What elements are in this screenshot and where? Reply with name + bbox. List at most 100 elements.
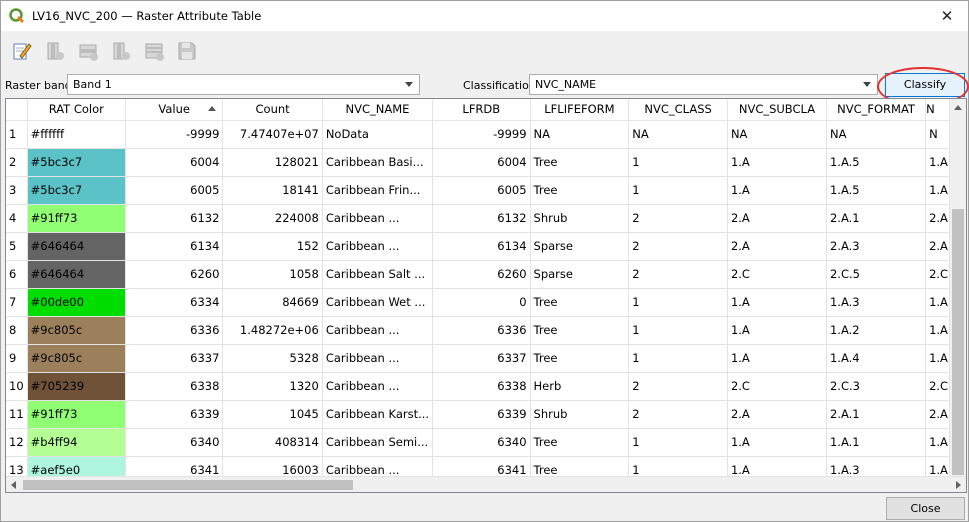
count-cell[interactable]: 1045	[222, 400, 323, 429]
lfrdb-cell[interactable]: 6132	[432, 204, 531, 233]
classify-button[interactable]: Classify	[885, 73, 965, 97]
count-cell[interactable]: 84669	[222, 288, 323, 317]
lflifeform-cell[interactable]: NA	[530, 120, 630, 149]
rat-color-cell[interactable]: #705239	[27, 372, 126, 401]
nvc-subcla-cell[interactable]: 2.C	[727, 260, 827, 289]
nvc-subcla-cell[interactable]: 1.A	[727, 148, 827, 177]
nvc-format-cell[interactable]: 2.C.5	[826, 260, 927, 289]
lfrdb-cell[interactable]: 6338	[432, 372, 531, 401]
value-cell[interactable]: 6339	[125, 400, 224, 429]
nvc-name-cell[interactable]: Caribbean Semi...	[322, 428, 434, 457]
edit-pencil-icon[interactable]	[9, 38, 35, 64]
delete-column-icon[interactable]	[75, 38, 101, 64]
row-header[interactable]: 4	[6, 204, 28, 233]
count-cell[interactable]: 152	[222, 232, 323, 261]
lflifeform-cell[interactable]: Herb	[530, 372, 630, 401]
classification-combo[interactable]: NVC_NAME	[529, 74, 878, 95]
nvc-name-cell[interactable]: Caribbean ...	[322, 316, 434, 345]
nvc-name-cell[interactable]: Caribbean ...	[322, 232, 434, 261]
value-cell[interactable]: 6336	[125, 316, 224, 345]
nvc-name-cell[interactable]: Caribbean Frin...	[322, 176, 434, 205]
nvc-format-cell[interactable]: 1.A.4	[826, 344, 927, 373]
count-cell[interactable]: 7.47407e+07	[222, 120, 323, 149]
lflifeform-cell[interactable]: Shrub	[530, 204, 630, 233]
nvc-class-cell[interactable]: 1	[628, 288, 728, 317]
table-row[interactable]: 1 #ffffff -9999 7.47407e+07 NoData -9999 NA NA N…	[6, 120, 966, 149]
rat-color-cell[interactable]: #91ff73	[27, 400, 126, 429]
lfrdb-cell[interactable]: 6005	[432, 176, 531, 205]
lflifeform-cell[interactable]: Shrub	[530, 400, 630, 429]
nvc-format-cell[interactable]: 1.A.5	[826, 148, 927, 177]
vertical-scroll-thumb[interactable]	[952, 209, 964, 475]
lflifeform-cell[interactable]: Tree	[530, 428, 630, 457]
column-header-value[interactable]: Value	[125, 99, 224, 121]
count-cell[interactable]: 224008	[222, 204, 323, 233]
column-header[interactable]: NVC_NAME	[322, 99, 434, 121]
nvc-subcla-cell[interactable]: 1.A	[727, 176, 827, 205]
nvc-format-cell[interactable]: 2.A.3	[826, 232, 927, 261]
lflifeform-cell[interactable]: Tree	[530, 316, 630, 345]
nvc-class-cell[interactable]: 1	[628, 344, 728, 373]
nvc-name-cell[interactable]: Caribbean ...	[322, 372, 434, 401]
table-row[interactable]: 12 #b4ff94 6340 408314 Caribbean Semi... 6340…	[6, 428, 966, 457]
count-cell[interactable]: 18141	[222, 176, 323, 205]
value-cell[interactable]: 6132	[125, 204, 224, 233]
nvc-subcla-cell[interactable]: 1.A	[727, 316, 827, 345]
row-header[interactable]: 6	[6, 260, 28, 289]
count-cell[interactable]: 5328	[222, 344, 323, 373]
nvc-subcla-cell[interactable]: 1.A	[727, 428, 827, 457]
rat-color-cell[interactable]: #646464	[27, 260, 126, 289]
nvc-name-cell[interactable]: Caribbean Basi...	[322, 148, 434, 177]
nvc-subcla-cell[interactable]: NA	[727, 120, 827, 149]
value-cell[interactable]: 6004	[125, 148, 224, 177]
value-cell[interactable]: 6340	[125, 428, 224, 457]
count-cell[interactable]: 408314	[222, 428, 323, 457]
nvc-name-cell[interactable]: Caribbean Karst...	[322, 400, 434, 429]
value-cell[interactable]: 6334	[125, 288, 224, 317]
lflifeform-cell[interactable]: Tree	[530, 176, 630, 205]
rat-color-cell[interactable]: #b4ff94	[27, 428, 126, 457]
lfrdb-cell[interactable]: 6337	[432, 344, 531, 373]
lflifeform-cell[interactable]: Sparse	[530, 232, 630, 261]
column-header[interactable]: NVC_SUBCLA	[727, 99, 827, 121]
nvc-class-cell[interactable]: 1	[628, 176, 728, 205]
table-row[interactable]: 4 #91ff73 6132 224008 Caribbean ... 6132 Shrub…	[6, 204, 966, 233]
lflifeform-cell[interactable]: Tree	[530, 288, 630, 317]
row-header[interactable]: 1	[6, 120, 28, 149]
close-button[interactable]: Close	[886, 497, 965, 520]
table-row[interactable]: 11 #91ff73 6339 1045 Caribbean Karst... 6339 S…	[6, 400, 966, 429]
lflifeform-cell[interactable]: Tree	[530, 344, 630, 373]
nvc-class-cell[interactable]: 2	[628, 232, 728, 261]
row-header[interactable]: 5	[6, 232, 28, 261]
rat-color-cell[interactable]: #5bc3c7	[27, 176, 126, 205]
rat-color-cell[interactable]: #9c805c	[27, 316, 126, 345]
column-header[interactable]: LFLIFEFORM	[530, 99, 630, 121]
count-cell[interactable]: 1058	[222, 260, 323, 289]
lfrdb-cell[interactable]: -9999	[432, 120, 531, 149]
scroll-right-icon[interactable]	[956, 481, 961, 489]
delete-row-icon[interactable]	[141, 38, 167, 64]
row-header[interactable]: 11	[6, 400, 28, 429]
lfrdb-cell[interactable]: 0	[432, 288, 531, 317]
scroll-up-icon[interactable]	[954, 105, 962, 110]
close-window-icon[interactable]: ✕	[938, 7, 956, 25]
value-cell[interactable]: 6134	[125, 232, 224, 261]
lflifeform-cell[interactable]: Tree	[530, 148, 630, 177]
value-cell[interactable]: -9999	[125, 120, 224, 149]
nvc-subcla-cell[interactable]: 2.A	[727, 232, 827, 261]
nvc-format-cell[interactable]: 2.C.3	[826, 372, 927, 401]
nvc-format-cell[interactable]: 2.A.1	[826, 204, 927, 233]
nvc-format-cell[interactable]: 1.A.3	[826, 288, 927, 317]
nvc-class-cell[interactable]: 1	[628, 428, 728, 457]
row-header[interactable]: 10	[6, 372, 28, 401]
rat-color-cell[interactable]: #646464	[27, 232, 126, 261]
table-row[interactable]: 5 #646464 6134 152 Caribbean ... 6134 Sparse 2 2…	[6, 232, 966, 261]
raster-band-combo[interactable]: Band 1	[67, 74, 420, 95]
rat-color-cell[interactable]: #9c805c	[27, 344, 126, 373]
count-cell[interactable]: 128021	[222, 148, 323, 177]
horizontal-scrollbar[interactable]	[6, 476, 966, 492]
table-row[interactable]: 8 #9c805c 6336 1.48272e+06 Caribbean ... 6336…	[6, 316, 966, 345]
column-header[interactable]: NVC_FORMAT	[826, 99, 927, 121]
rat-color-cell[interactable]: #5bc3c7	[27, 148, 126, 177]
rat-color-cell[interactable]: #91ff73	[27, 204, 126, 233]
